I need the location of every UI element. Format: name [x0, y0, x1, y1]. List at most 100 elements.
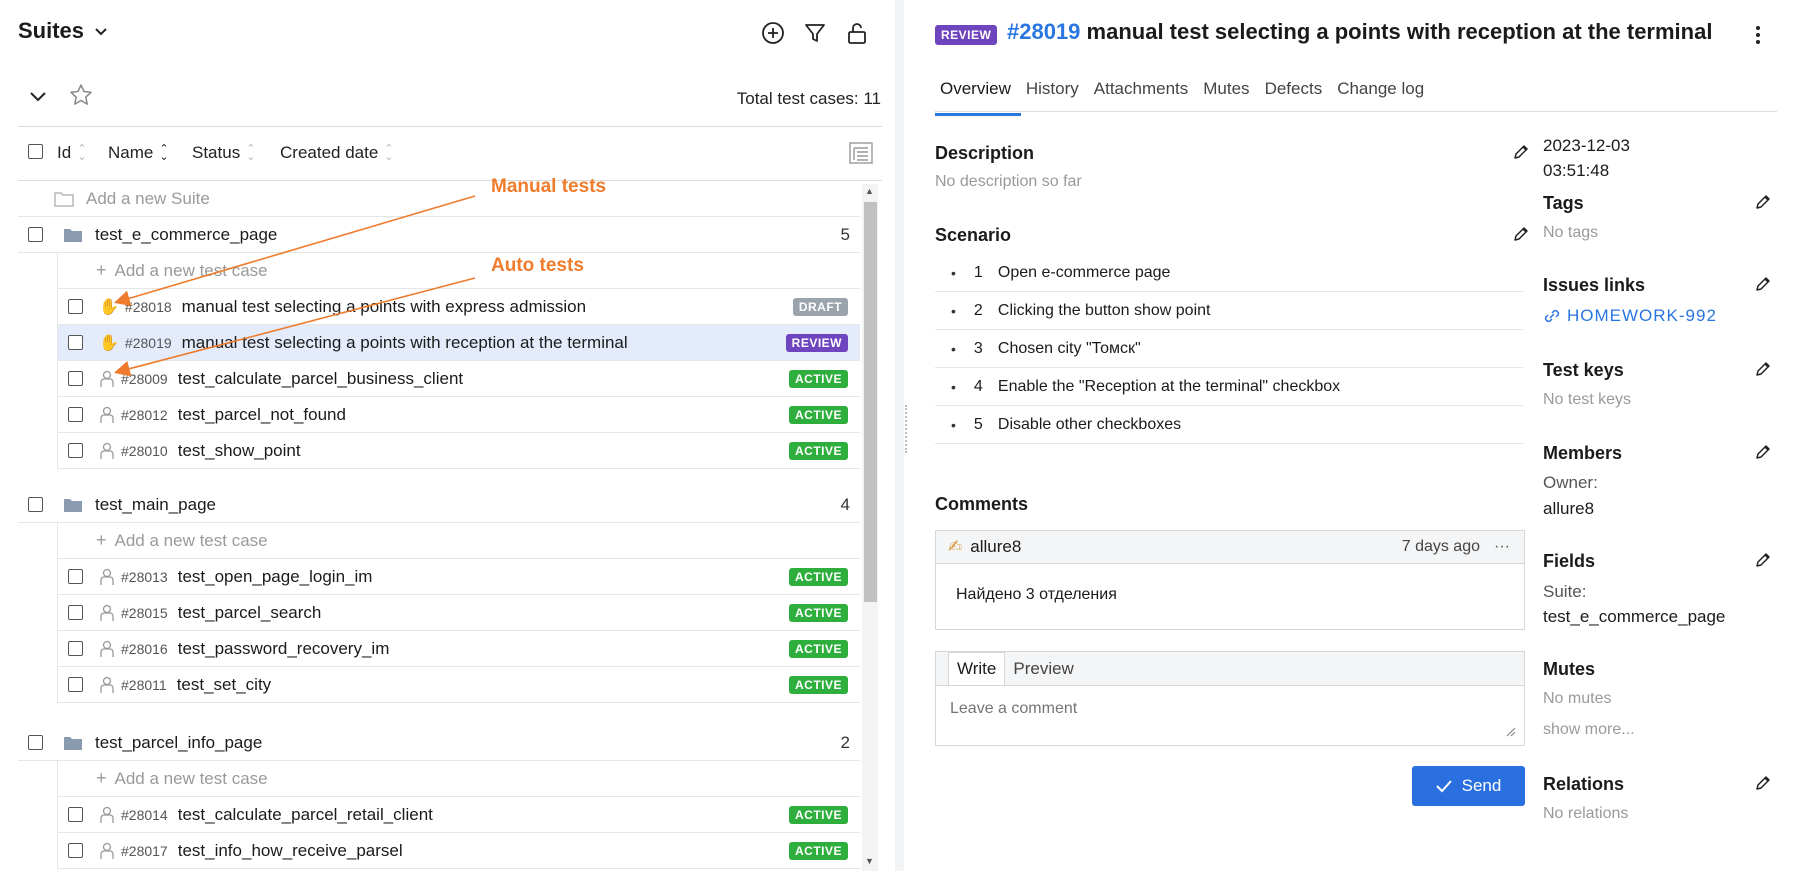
unlock-icon[interactable] — [844, 20, 870, 46]
test-case-row[interactable]: #28015 test_parcel_search ACTIVE — [57, 595, 860, 631]
case-name: test_open_page_login_im — [177, 566, 373, 586]
pencil-icon[interactable] — [1512, 225, 1530, 243]
star-icon[interactable] — [68, 82, 94, 108]
test-case-row[interactable]: #28017 test_info_how_receive_parsel ACTI… — [57, 833, 860, 869]
pencil-icon[interactable] — [1754, 443, 1772, 461]
panel-divider[interactable] — [895, 0, 904, 871]
add-circle-icon[interactable] — [760, 20, 786, 46]
column-id[interactable]: Id ⌃ ⌄ — [57, 143, 86, 163]
test-case-row[interactable]: #28014 test_calculate_parcel_retail_clie… — [57, 797, 860, 833]
case-name: test_calculate_parcel_retail_client — [177, 804, 433, 824]
step-number: 1 — [973, 263, 983, 281]
case-name: test_parcel_search — [177, 602, 322, 622]
suite-checkbox[interactable] — [28, 735, 43, 750]
show-more-link[interactable]: show more... — [1543, 721, 1635, 739]
scenario-step[interactable]: • 1 Open e-commerce page — [935, 254, 1523, 292]
row-checkbox[interactable] — [68, 641, 83, 656]
pencil-icon[interactable] — [1512, 143, 1530, 161]
row-checkbox[interactable] — [68, 299, 83, 314]
status-badge: REVIEW — [785, 333, 848, 352]
scenario-step[interactable]: • 4 Enable the "Reception at the terminal"… — [935, 368, 1523, 406]
send-button[interactable]: Send — [1412, 766, 1525, 806]
add-suite-row[interactable]: Add a new Suite — [18, 181, 860, 217]
test-case-row[interactable]: #28012 test_parcel_not_found ACTIVE — [57, 397, 860, 433]
case-name: test_show_point — [177, 440, 301, 460]
case-id: #28014 — [121, 806, 168, 823]
scroll-down-icon[interactable]: ▼ — [865, 856, 874, 866]
suite-checkbox[interactable] — [28, 497, 43, 512]
relations-value: No relations — [1543, 805, 1629, 822]
collapse-all-chevron-icon[interactable] — [26, 84, 50, 108]
tab-preview[interactable]: Preview — [1005, 653, 1081, 685]
test-case-row[interactable]: #28013 test_open_page_login_im ACTIVE — [57, 559, 860, 595]
scenario-step[interactable]: • 3 Chosen city "Томск" — [935, 330, 1523, 368]
pencil-icon[interactable] — [1754, 774, 1772, 792]
sort-icon: ⌃ ⌄ — [77, 143, 87, 163]
scroll-up-icon[interactable]: ▲ — [865, 186, 874, 196]
issue-key: HOMEWORK-992 — [1567, 306, 1717, 325]
status-badge: REVIEW — [935, 25, 998, 45]
row-checkbox[interactable] — [68, 605, 83, 620]
column-created-date[interactable]: Created date ⌃ ⌄ — [280, 143, 394, 163]
row-checkbox[interactable] — [68, 843, 83, 858]
case-id[interactable]: #28019 — [1007, 19, 1080, 44]
suite-row[interactable]: test_parcel_info_page 2 — [18, 725, 860, 761]
test-case-row-selected[interactable]: ✋ #28019 manual test selecting a points … — [57, 325, 860, 361]
status-badge: ACTIVE — [788, 639, 848, 658]
row-checkbox[interactable] — [68, 407, 83, 422]
test-keys-value: No test keys — [1543, 391, 1632, 408]
pencil-icon[interactable] — [1754, 275, 1772, 293]
case-name: test_set_city — [176, 674, 272, 694]
pencil-icon[interactable] — [1754, 193, 1772, 211]
suites-dropdown[interactable]: Suites — [18, 18, 110, 44]
sort-icon: ⌃ ⌄ — [246, 143, 256, 163]
add-test-case-row[interactable]: + Add a new test case — [57, 523, 860, 559]
add-test-case-row[interactable]: + Add a new test case — [57, 253, 860, 289]
scrollbar-thumb[interactable] — [864, 202, 877, 602]
suite-count: 2 — [840, 732, 850, 752]
test-case-row[interactable]: #28011 test_set_city ACTIVE — [57, 667, 860, 703]
chevron-down-icon — [95, 28, 107, 36]
suites-title: Suites — [18, 18, 85, 43]
suite-row[interactable]: test_main_page 4 — [18, 487, 860, 523]
test-case-row[interactable]: #28010 test_show_point ACTIVE — [57, 433, 860, 469]
scenario-step[interactable]: • 5 Disable other checkboxes — [935, 406, 1523, 444]
column-status[interactable]: Status ⌃ ⌄ — [192, 143, 255, 163]
case-id: #28015 — [121, 604, 168, 621]
column-id-label: Id — [57, 143, 72, 162]
select-all-checkbox[interactable] — [28, 144, 43, 159]
case-name: manual test selecting a points with expr… — [181, 296, 587, 316]
row-checkbox[interactable] — [68, 371, 83, 386]
robot-icon — [100, 370, 114, 387]
scenario-step[interactable]: • 2 Clicking the button show point — [935, 292, 1523, 330]
resize-handle-icon[interactable] — [905, 405, 909, 453]
comment-input[interactable] — [936, 686, 1524, 744]
column-name[interactable]: Name ⌃ ⌄ — [108, 143, 169, 163]
case-id: #28011 — [121, 676, 167, 693]
test-case-row[interactable]: #28009 test_calculate_parcel_business_cl… — [57, 361, 860, 397]
resize-grip-icon[interactable] — [1506, 727, 1516, 737]
add-test-case-label: Add a new test case — [114, 530, 268, 550]
row-checkbox[interactable] — [68, 569, 83, 584]
column-name-label: Name — [108, 143, 154, 162]
suite-name: test_e_commerce_page — [95, 224, 278, 244]
kebab-icon[interactable] — [1748, 22, 1768, 48]
row-checkbox[interactable] — [68, 335, 83, 350]
suite-row[interactable]: test_e_commerce_page 5 — [18, 217, 860, 253]
test-case-row[interactable]: ✋ #28018 manual test selecting a points … — [57, 289, 860, 325]
issue-link[interactable]: HOMEWORK-992 — [1543, 306, 1717, 326]
filter-icon[interactable] — [802, 20, 828, 46]
tree-view-icon[interactable] — [848, 141, 874, 165]
row-checkbox[interactable] — [68, 677, 83, 692]
status-badge: ACTIVE — [788, 603, 848, 622]
row-checkbox[interactable] — [68, 807, 83, 822]
mutes-heading: Mutes — [1543, 659, 1596, 679]
pencil-icon[interactable] — [1754, 360, 1772, 378]
test-case-row[interactable]: #28016 test_password_recovery_im ACTIVE — [57, 631, 860, 667]
tab-write[interactable]: Write — [948, 652, 1006, 685]
row-checkbox[interactable] — [68, 443, 83, 458]
pencil-icon[interactable] — [1754, 551, 1772, 569]
add-test-case-row[interactable]: + Add a new test case — [57, 761, 860, 797]
comment-menu-icon[interactable]: ··· — [1494, 538, 1510, 556]
suite-checkbox[interactable] — [28, 227, 43, 242]
